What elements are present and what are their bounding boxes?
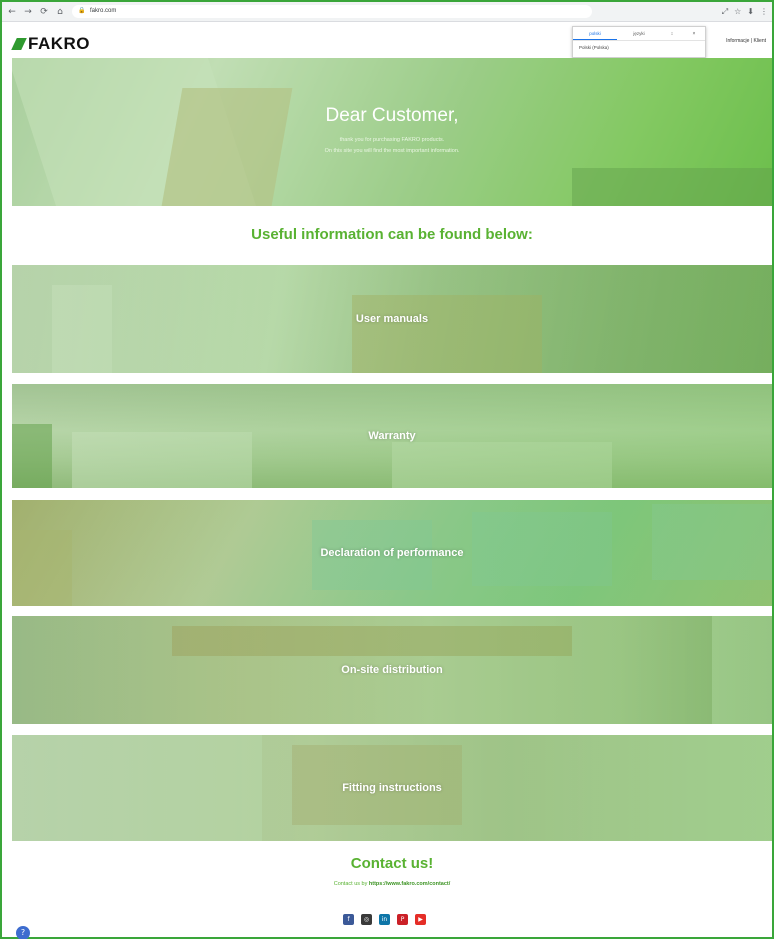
address-bar[interactable]: 🔒 fakro.com bbox=[72, 5, 592, 18]
tile-declaration-of-performance[interactable]: Declaration of performance bbox=[12, 500, 772, 606]
hero-subtitle-line2: On this site you will find the most impo… bbox=[324, 148, 460, 154]
logo-mark-icon bbox=[11, 38, 27, 50]
tile-label: Fitting instructions bbox=[342, 782, 442, 794]
browser-toolbar: ← → ⟳ ⌂ 🔒 fakro.com ⤢ ☆ ⬇ ⋮ bbox=[2, 2, 772, 22]
popup-options-icon[interactable]: ↕ bbox=[661, 27, 683, 40]
forward-icon[interactable]: → bbox=[22, 6, 34, 18]
tile-label: Warranty bbox=[368, 430, 416, 442]
tab-languages[interactable]: języki bbox=[617, 27, 661, 40]
contact-prefix: Contact us by bbox=[333, 881, 368, 887]
logo-text: FAKRO bbox=[28, 34, 90, 53]
reload-icon[interactable]: ⟳ bbox=[38, 6, 50, 18]
tab-polish[interactable]: polski bbox=[573, 27, 617, 40]
menu-kebab-icon[interactable]: ⋮ bbox=[760, 7, 768, 16]
popup-close-icon[interactable]: × bbox=[683, 27, 705, 40]
tile-warranty[interactable]: Warranty bbox=[12, 384, 772, 488]
lock-icon: 🔒 bbox=[78, 8, 86, 14]
contact-link[interactable]: https://www.fakro.com/contact/ bbox=[369, 881, 450, 887]
contact-line: Contact us by https://www.fakro.com/cont… bbox=[12, 881, 772, 887]
tile-on-site-distribution[interactable]: On-site distribution bbox=[12, 616, 772, 724]
hero-banner: Dear Customer, thank you for purchasing … bbox=[12, 58, 772, 206]
useful-info-heading: Useful information can be found below: bbox=[251, 226, 533, 243]
header-links[interactable]: Informacje | Klient bbox=[726, 38, 766, 44]
tile-fitting-instructions[interactable]: Fitting instructions bbox=[12, 735, 772, 841]
tile-label: Declaration of performance bbox=[320, 547, 464, 559]
download-icon[interactable]: ⬇ bbox=[747, 7, 754, 16]
home-icon[interactable]: ⌂ bbox=[54, 6, 66, 18]
hero-subtitle-line1: thank you for purchasing FAKRO products. bbox=[339, 137, 445, 143]
instagram-icon[interactable]: ◎ bbox=[361, 914, 372, 925]
popup-language-option[interactable]: Polski (Polska) bbox=[573, 41, 705, 54]
hero-title: Dear Customer, bbox=[325, 105, 459, 126]
tile-label: On-site distribution bbox=[341, 664, 443, 676]
fakro-logo[interactable]: FAKRO bbox=[11, 34, 90, 54]
youtube-icon[interactable]: ▶ bbox=[415, 914, 426, 925]
linkedin-icon[interactable]: in bbox=[379, 914, 390, 925]
bookmark-star-icon[interactable]: ☆ bbox=[734, 7, 741, 16]
help-icon[interactable]: ? bbox=[16, 926, 30, 939]
tile-label: User manuals bbox=[355, 313, 429, 325]
contact-title: Contact us! bbox=[350, 855, 434, 872]
facebook-icon[interactable]: f bbox=[343, 914, 354, 925]
translate-popup: polski języki ↕ × Polski (Polska) bbox=[572, 26, 706, 58]
install-icon[interactable]: ⤢ bbox=[722, 7, 728, 17]
pinterest-icon[interactable]: P bbox=[397, 914, 408, 925]
social-links: f ◎ in P ▶ bbox=[343, 914, 433, 925]
back-icon[interactable]: ← bbox=[6, 6, 18, 18]
address-text: fakro.com bbox=[90, 8, 117, 14]
tile-user-manuals[interactable]: User manuals bbox=[12, 265, 772, 373]
